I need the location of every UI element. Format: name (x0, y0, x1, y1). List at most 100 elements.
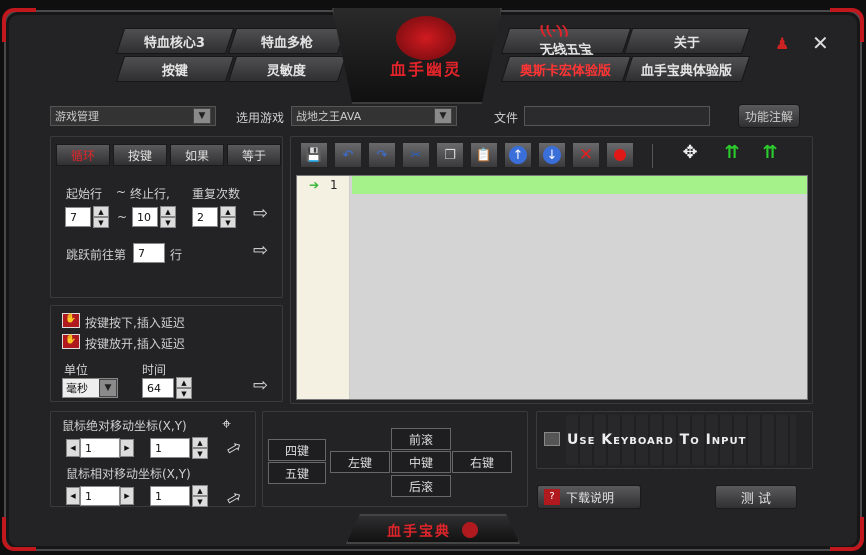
start-line-input[interactable]: 7 (65, 207, 91, 227)
up-arrow-icon[interactable]: ▲ (93, 206, 109, 217)
abs-x-field[interactable]: 1 (80, 438, 120, 458)
game-select[interactable]: 战地之王AVA ▼ (291, 106, 457, 126)
corner-decoration (2, 517, 36, 551)
rel-x-field[interactable]: 1 (80, 486, 120, 506)
delete-icon[interactable]: ✕ (572, 142, 600, 168)
move-up-icon[interactable]: ↑ (504, 142, 532, 168)
record-icon[interactable] (606, 142, 634, 168)
joystick-icon[interactable]: ♟ (775, 34, 791, 54)
move-tool-icon[interactable]: ✥ (676, 142, 704, 168)
mouse-button-5[interactable]: 五键 (268, 462, 326, 484)
end-line-input[interactable]: 10 (132, 207, 158, 227)
tab-sensitivity[interactable]: 灵敏度 (227, 56, 347, 82)
file-input[interactable] (524, 106, 710, 126)
time-spinner[interactable]: ▲ ▼ (176, 377, 192, 399)
game-mgmt-label: 游戏管理 (55, 110, 99, 123)
undo-icon[interactable]: ↶ (334, 142, 362, 168)
left-arrow-icon[interactable]: ◀ (66, 439, 80, 457)
chevron-down-icon: ▼ (193, 108, 211, 124)
insert-arrow-icon[interactable]: ⇨ (253, 377, 275, 395)
export-icon[interactable]: ⇈ (756, 142, 784, 168)
tab-key[interactable]: 按键 (113, 144, 167, 166)
tab-about[interactable]: 关于 (623, 28, 751, 54)
down-arrow-icon[interactable]: ▼ (192, 496, 208, 507)
jump-label: 跳跃前往第 (66, 248, 127, 262)
game-select-value: 战地之王AVA (296, 110, 362, 123)
scroll-down-button[interactable]: 后滚 (391, 475, 451, 497)
move-down-icon[interactable]: ↓ (538, 142, 566, 168)
save-icon[interactable]: 💾 (300, 142, 328, 168)
mouse-button-4[interactable]: 四键 (268, 439, 326, 461)
up-arrow-icon[interactable]: ▲ (160, 206, 176, 217)
keyboard-checkbox[interactable] (544, 432, 560, 446)
rel-y-input[interactable]: 1 (150, 486, 190, 506)
import-icon[interactable]: ⇈ (718, 142, 746, 168)
unit-select[interactable]: 毫秒 ▼ (62, 378, 118, 398)
hand-logo-icon (462, 522, 478, 538)
file-label: 文件 (494, 111, 519, 125)
tab-loop[interactable]: 循环 (56, 144, 110, 166)
download-help-button[interactable]: ? 下载说明 (537, 485, 641, 509)
rel-y-spinner[interactable]: ▲ ▼ (192, 485, 208, 507)
paste-icon[interactable]: 📋 (470, 142, 498, 168)
down-arrow-icon[interactable]: ▼ (93, 217, 109, 228)
line-gutter (297, 176, 350, 399)
up-arrow-icon[interactable]: ▲ (192, 485, 208, 496)
start-line-spinner[interactable]: ▲ ▼ (93, 206, 109, 228)
jump-line-input[interactable]: 7 (133, 243, 165, 263)
hand-icon[interactable]: ✋ (62, 313, 80, 328)
cut-icon[interactable]: ✂ (402, 142, 430, 168)
function-notes-button[interactable]: 功能注解 (738, 104, 800, 128)
editor-line-1[interactable] (352, 176, 807, 194)
tab-if[interactable]: 如果 (170, 144, 224, 166)
script-editor[interactable] (296, 175, 808, 400)
rel-x-input[interactable]: ◀ 1 ▶ (66, 486, 134, 506)
tab-equal[interactable]: 等于 (227, 144, 281, 166)
repeat-count-input[interactable]: 2 (192, 207, 218, 227)
footer-logo: 血手宝典 (387, 524, 451, 540)
down-arrow-icon[interactable]: ▼ (192, 448, 208, 459)
right-arrow-icon[interactable]: ▶ (120, 487, 134, 505)
repeat-count-spinner[interactable]: ▲ ▼ (220, 206, 236, 228)
end-line-spinner[interactable]: ▲ ▼ (160, 206, 176, 228)
test-button[interactable]: 测 试 (715, 485, 797, 509)
unit-label: 单位 (64, 363, 89, 377)
tab-bloody-guide[interactable]: 血手宝典体验版 (623, 56, 751, 82)
time-input[interactable]: 64 (142, 378, 174, 398)
up-arrow-icon[interactable]: ▲ (176, 377, 192, 388)
redo-icon[interactable]: ↷ (368, 142, 396, 168)
up-arrow-icon[interactable]: ▲ (192, 437, 208, 448)
game-mgmt-dropdown[interactable]: 游戏管理 ▼ (50, 106, 216, 126)
tab-keys[interactable]: 按键 (115, 56, 235, 82)
tab-wireless[interactable]: ((·)) 无线五宝 (500, 24, 632, 58)
tab-core3[interactable]: 特血核心3 (115, 28, 235, 54)
abs-y-input[interactable]: 1 (150, 438, 190, 458)
mouse-left-button[interactable]: 左键 (330, 451, 390, 473)
abs-x-input[interactable]: ◀ 1 ▶ (66, 438, 134, 458)
unit-select-value: 毫秒 (66, 382, 88, 395)
help-icon: ? (544, 489, 560, 505)
close-icon[interactable]: ✕ (812, 33, 832, 54)
scroll-up-button[interactable]: 前滚 (391, 428, 451, 450)
crosshair-icon[interactable]: ⌖ (222, 414, 242, 434)
insert-arrow-icon[interactable]: ⇨ (253, 205, 275, 223)
tab-oscar-macro[interactable]: 奥斯卡宏体验版 (500, 56, 632, 82)
abs-y-spinner[interactable]: ▲ ▼ (192, 437, 208, 459)
up-arrow-icon[interactable]: ▲ (220, 206, 236, 217)
right-arrow-icon[interactable]: ▶ (120, 439, 134, 457)
corner-decoration (830, 517, 864, 551)
hand-icon[interactable]: ✋ (62, 334, 80, 349)
down-arrow-icon[interactable]: ▼ (160, 217, 176, 228)
down-arrow-icon[interactable]: ▼ (176, 388, 192, 399)
mouse-middle-button[interactable]: 中键 (391, 451, 451, 473)
down-arrow-icon[interactable]: ▼ (220, 217, 236, 228)
keyboard-input-label: Use Keyboard To Input (567, 432, 747, 448)
current-line-arrow-icon: ➔ (309, 178, 320, 192)
select-game-label: 选用游戏 (236, 111, 285, 125)
mouse-right-button[interactable]: 右键 (452, 451, 512, 473)
insert-arrow-icon[interactable]: ⇨ (253, 242, 275, 260)
tab-multigun[interactable]: 特血多枪 (227, 28, 347, 54)
copy-icon[interactable]: ❐ (436, 142, 464, 168)
left-arrow-icon[interactable]: ◀ (66, 487, 80, 505)
wireless-icon: ((·)) (537, 24, 572, 39)
